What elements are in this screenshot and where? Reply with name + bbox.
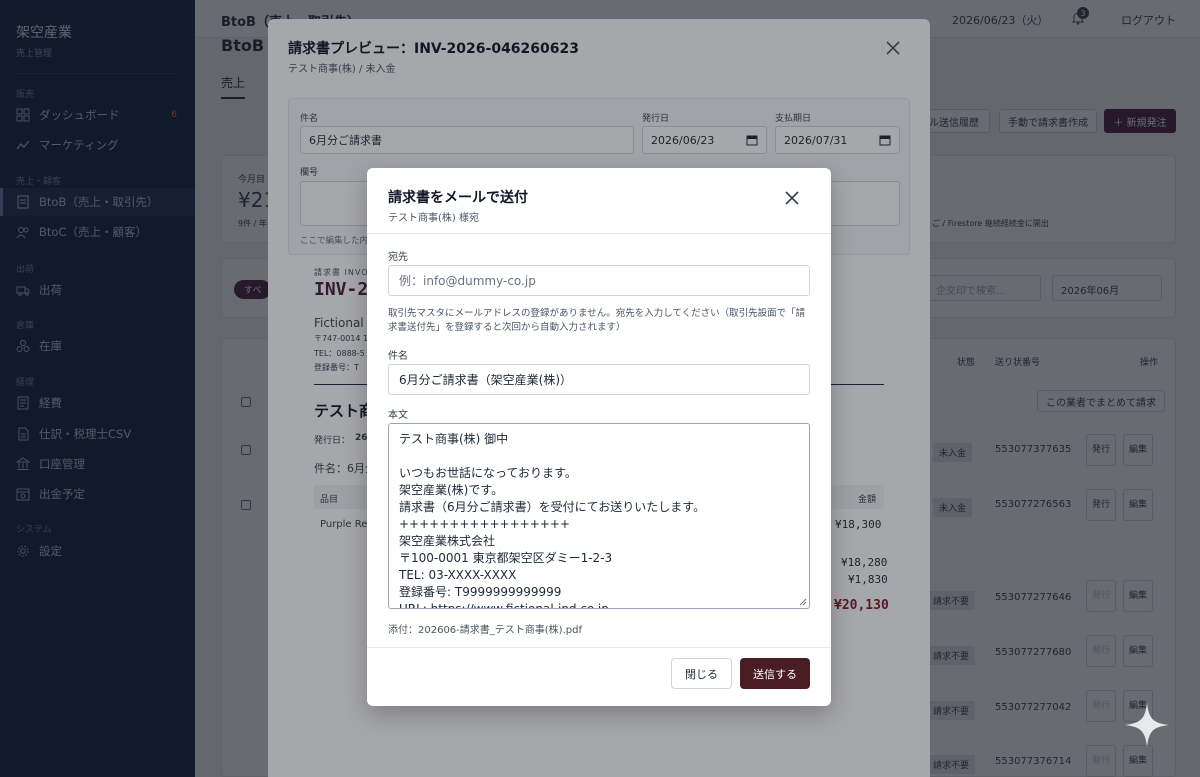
sparkle-icon bbox=[1125, 703, 1169, 747]
resize-handle-icon[interactable] bbox=[799, 598, 807, 606]
body-line: テスト商事(株) 御中 bbox=[399, 432, 509, 446]
body-line: 〒100-0001 東京都架空区ダミー1-2-3 bbox=[399, 551, 613, 565]
send-button[interactable]: 送信する bbox=[740, 658, 810, 689]
subject-label: 件名 bbox=[388, 351, 408, 362]
attachment-info: 添付：202606-請求書_テスト商事(株).pdf bbox=[388, 625, 582, 636]
body-line: URL: https://www.fictional-ind.co.jp bbox=[399, 602, 609, 609]
to-email-input[interactable] bbox=[388, 265, 810, 296]
body-line: 架空産業株式会社 bbox=[399, 534, 496, 548]
body-line: +++++++++++++++++ bbox=[399, 517, 570, 531]
body-line: 請求書（6月分ご請求書）を受付にてお送りいたします。 bbox=[399, 500, 706, 514]
header-divider bbox=[367, 233, 831, 234]
body-line: TEL: 03-XXXX-XXXX bbox=[399, 568, 517, 582]
body-line: 架空産業(株)です。 bbox=[399, 483, 504, 497]
body-line bbox=[399, 448, 799, 465]
email-send-modal: 請求書をメールで送付 テスト商事(株) 様宛 宛先 取引先マスタにメールアドレス… bbox=[367, 168, 831, 706]
footer-divider bbox=[367, 647, 831, 648]
to-label: 宛先 bbox=[388, 252, 408, 263]
body-textarea[interactable]: テスト商事(株) 御中 いつもお世話になっております。 架空産業(株)です。 請… bbox=[388, 423, 810, 609]
to-hint: 取引先マスタにメールアドレスの登録がありません。宛先を入力してください（取引先設… bbox=[388, 308, 806, 333]
modal-title: 請求書をメールで送付 bbox=[388, 190, 528, 206]
body-line: いつもお世話になっております。 bbox=[399, 466, 577, 480]
modal-subtitle: テスト商事(株) 様宛 bbox=[388, 213, 479, 224]
body-label: 本文 bbox=[388, 410, 408, 421]
body-line: 登録番号: T9999999999999 bbox=[399, 585, 562, 599]
subject-input[interactable] bbox=[388, 364, 810, 395]
close-icon[interactable] bbox=[784, 190, 800, 206]
close-button[interactable]: 閉じる bbox=[671, 658, 732, 689]
